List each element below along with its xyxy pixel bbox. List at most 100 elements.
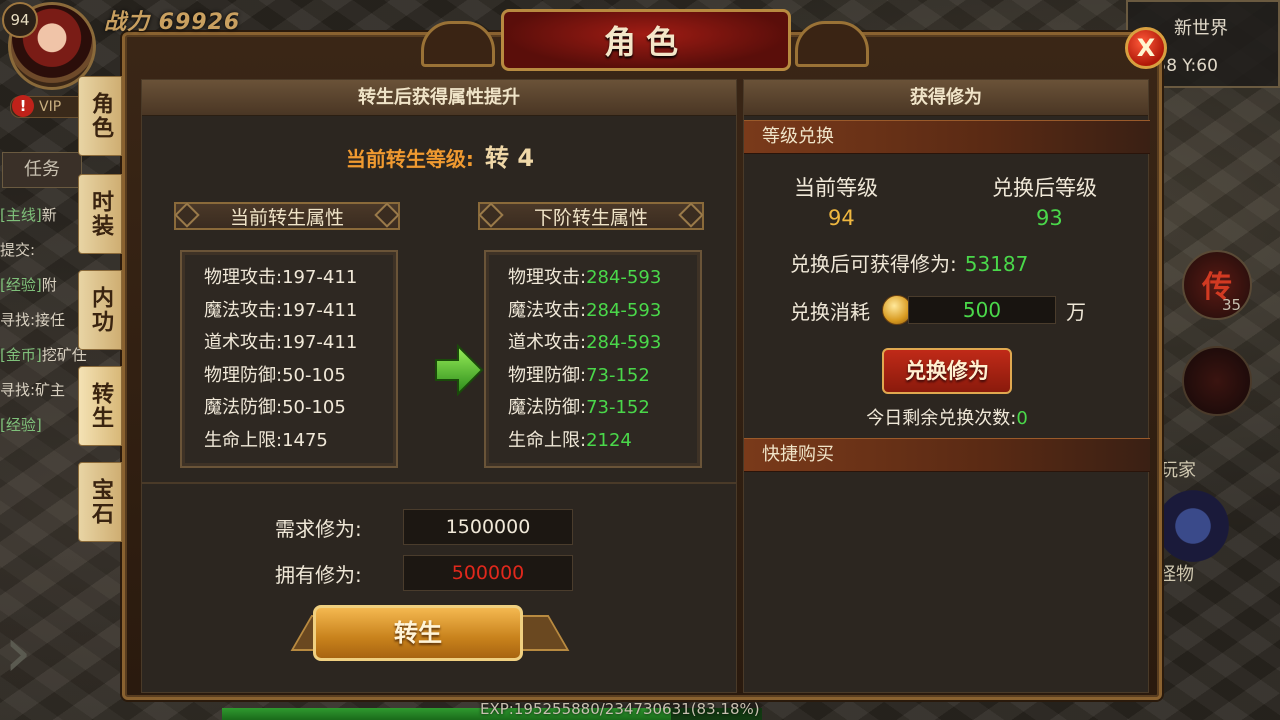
attribute-name: 魔法攻击: [204, 299, 283, 321]
player-label: 玩家 [1160, 460, 1196, 481]
attribute-value: 284-593 [586, 332, 662, 353]
quest-text: 附 [41, 276, 57, 294]
monster-label: 怪物 [1158, 564, 1194, 585]
combat-power: 战力 69926 [104, 10, 241, 35]
attribute-row: 物理防御:50-105 [204, 360, 396, 393]
attribute-value: 2124 [586, 429, 632, 451]
next-attributes-title: 下阶转生属性 [468, 196, 714, 236]
quest-text: 新 [41, 206, 57, 224]
diamond-ornament-icon [174, 202, 200, 228]
attribute-row: 物理攻击:284-593 [508, 262, 700, 295]
attribute-value: 284-593 [586, 299, 662, 321]
remaining-value: 0 [1016, 408, 1028, 429]
minimap-world-name: 新世界 [1174, 18, 1228, 39]
cost-row: 兑换消耗 500 万 [790, 294, 1086, 326]
attribute-value: 197-411 [282, 332, 358, 353]
remaining-label: 今日剩余兑换次数: [866, 408, 1017, 429]
attribute-name: 魔法防御: [204, 397, 283, 418]
player-level-badge: 94 [2, 2, 38, 38]
rebirth-button[interactable]: 转生 [313, 605, 523, 661]
window-title: 角色 [501, 9, 791, 71]
side-tab-0[interactable]: 角色 [78, 76, 122, 156]
current-level-label: 当前等级 [794, 176, 878, 200]
diamond-ornament-icon [678, 202, 704, 228]
attribute-value: 50-105 [282, 364, 346, 386]
quest-tag: [金币] [0, 346, 42, 364]
attribute-value: 197-411 [282, 267, 358, 288]
cost-label: 兑换消耗 [790, 299, 870, 324]
attribute-row: 生命上限:2124 [508, 425, 700, 458]
attribute-name: 魔法攻击: [508, 299, 587, 321]
skill-orb-secondary[interactable] [1182, 346, 1252, 416]
skill-orb-button[interactable]: 传 35 [1182, 250, 1252, 320]
attribute-name: 物理攻击: [508, 267, 587, 288]
attribute-value: 50-105 [282, 397, 346, 418]
rebirth-panel: 转生后获得属性提升 当前转生等级: 转 4 当前转生属性 下阶转生属性 物理攻击… [141, 79, 737, 483]
attribute-value: 197-411 [282, 299, 358, 321]
quick-buy-section: 快捷购买 [744, 438, 1150, 472]
required-cultivation-row: 需求修为: 1500000 [275, 509, 573, 545]
attribute-name: 物理防御: [508, 364, 587, 386]
attribute-name: 生命上限: [508, 429, 587, 451]
attribute-row: 道术攻击:197-411 [204, 327, 396, 360]
exp-text: EXP:195255880/234730631(83.18%) [480, 700, 760, 718]
task-button[interactable]: 任务 [2, 152, 82, 188]
quest-tag: [经验] [0, 276, 42, 294]
current-attributes-title-text: 当前转生属性 [229, 206, 344, 229]
attribute-name: 魔法防御: [508, 397, 587, 418]
quest-text: 寻找:接任 [0, 311, 66, 329]
attribute-name: 物理防御: [204, 364, 283, 386]
current-attributes-title: 当前转生属性 [164, 196, 410, 236]
owned-cultivation-value: 500000 [403, 555, 573, 591]
attribute-row: 魔法防御:50-105 [204, 392, 396, 425]
after-level-value: 93 [1036, 206, 1063, 230]
current-rebirth-level: 当前转生等级: 转 4 [142, 138, 738, 173]
diamond-ornament-icon [374, 202, 400, 228]
required-cultivation-label: 需求修为: [275, 516, 362, 541]
attribute-name: 道术攻击: [204, 332, 283, 353]
required-cultivation-value: 1500000 [403, 509, 573, 545]
title-ornament-right [795, 21, 869, 67]
rebirth-panel-header: 转生后获得属性提升 [142, 80, 736, 116]
next-attributes-title-text: 下阶转生属性 [533, 206, 648, 229]
attribute-name: 道术攻击: [508, 332, 587, 353]
attribute-value: 73-152 [586, 397, 650, 418]
side-tab-4[interactable]: 宝石 [78, 462, 122, 542]
arrow-right-icon [435, 343, 484, 397]
current-attributes-box: 物理攻击:197-411 魔法攻击:197-411 道术攻击:197-411 物理防御… [180, 250, 398, 468]
gain-label: 兑换后可获得修为: [790, 252, 957, 276]
gain-value: 53187 [964, 252, 1029, 276]
side-tab-3[interactable]: 转生 [78, 366, 122, 446]
attribute-row: 魔法攻击:197-411 [204, 295, 396, 328]
quest-text: 提交: [0, 241, 36, 259]
attribute-row: 物理攻击:197-411 [204, 262, 396, 295]
attribute-value: 284-593 [586, 267, 662, 288]
attribute-row: 魔法防御:73-152 [508, 392, 700, 425]
cost-unit: 万 [1066, 299, 1086, 324]
chevron-right-icon[interactable]: › [4, 612, 48, 692]
owned-cultivation-label: 拥有修为: [275, 562, 362, 587]
cultivation-panel: 获得修为 等级兑换 当前等级 兑换后等级 94 93 兑换后可获得修为: 5318… [743, 79, 1150, 693]
player-target-button[interactable]: 玩家 怪物 [1150, 460, 1236, 585]
quest-text: 寻找:矿主 [0, 381, 66, 399]
next-attributes-box: 物理攻击:284-593 魔法攻击:284-593 道术攻击:284-593 物理防御… [484, 250, 702, 468]
character-window: 角色 X 转生后获得属性提升 当前转生等级: 转 4 当前转生属性 下阶转生属性… [122, 9, 1167, 700]
cost-value: 500 [908, 296, 1056, 324]
remaining-exchanges: 今日剩余兑换次数:0 [744, 404, 1150, 430]
exchange-cultivation-button[interactable]: 兑换修为 [882, 348, 1012, 394]
diamond-ornament-icon [478, 202, 504, 228]
current-level-value: 94 [828, 206, 855, 230]
attribute-name: 物理攻击: [204, 267, 283, 288]
attribute-name: 生命上限: [204, 429, 283, 451]
current-rebirth-level-value: 转 4 [485, 144, 535, 172]
attribute-row: 魔法攻击:284-593 [508, 295, 700, 328]
attribute-row: 生命上限:1475 [204, 425, 396, 458]
attribute-value: 1475 [282, 429, 328, 451]
attribute-row: 物理防御:73-152 [508, 360, 700, 393]
side-tab-1[interactable]: 时装 [78, 174, 122, 254]
close-button[interactable]: X [1125, 27, 1167, 69]
current-rebirth-level-label: 当前转生等级: [345, 147, 474, 171]
cultivation-panel-header: 获得修为 [744, 80, 1148, 116]
after-level-label: 兑换后等级 [992, 176, 1097, 200]
side-tab-2[interactable]: 内功 [78, 270, 122, 350]
